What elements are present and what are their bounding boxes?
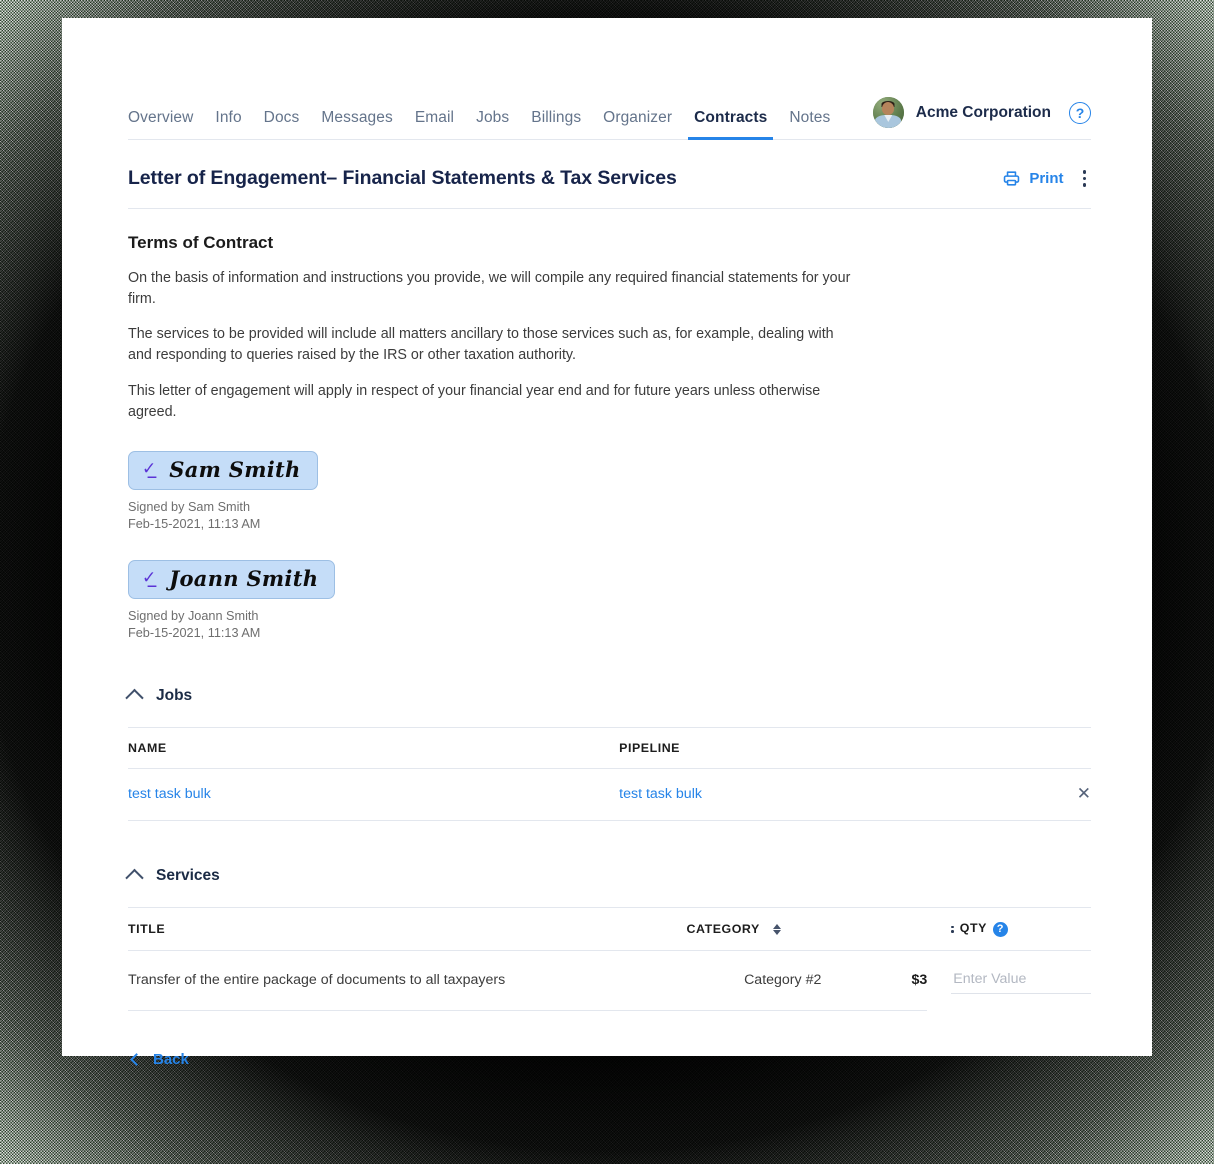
- chevron-up-icon: [125, 688, 144, 707]
- tab-messages[interactable]: Messages: [310, 109, 403, 140]
- signature-pen-icon: ✓̲: [142, 459, 157, 479]
- kebab-menu-icon[interactable]: [1078, 168, 1092, 189]
- tab-overview[interactable]: Overview: [128, 109, 204, 140]
- services-col-category-label: CATEGORY: [686, 921, 760, 936]
- terms-heading: Terms of Contract: [128, 233, 274, 252]
- chevron-up-icon: [125, 868, 144, 887]
- signature-timestamp: Feb-15-2021, 11:13 AM: [128, 625, 261, 640]
- jobs-col-name: NAME: [128, 727, 620, 770]
- signature-chip[interactable]: ✓̲ Joann Smith: [128, 560, 336, 600]
- tab-jobs[interactable]: Jobs: [465, 109, 520, 140]
- services-table-body: Transfer of the entire package of docume…: [128, 950, 1091, 1012]
- chevron-left-icon: [130, 1053, 143, 1066]
- signature-timestamp: Feb-15-2021, 11:13 AM: [128, 516, 261, 531]
- signature-signed-by: Signed by Joann Smith: [128, 609, 259, 624]
- printer-icon: [1004, 171, 1020, 186]
- tab-info[interactable]: Info: [204, 109, 252, 140]
- service-price: $3: [821, 950, 928, 1012]
- signature-pen-icon: ✓̲: [142, 568, 157, 588]
- signature-block: ✓̲ Joann Smith Signed by Joann Smith Feb…: [128, 560, 1091, 641]
- tab-billings[interactable]: Billings: [520, 109, 592, 140]
- service-title: Transfer of the entire package of docume…: [128, 950, 687, 1012]
- job-name-link[interactable]: test task bulk: [128, 786, 211, 802]
- services-col-title: TITLE: [128, 907, 687, 951]
- tab-organizer[interactable]: Organizer: [592, 109, 683, 140]
- services-table: TITLE CATEGORY QTY? Transfer of the enti…: [128, 907, 1091, 1012]
- signature-name: Sam Smith: [169, 457, 301, 483]
- nav-tabs: Overview Info Docs Messages Email Jobs B…: [128, 109, 841, 140]
- close-x-icon[interactable]: ✕: [1077, 785, 1091, 802]
- table-row: Transfer of the entire package of docume…: [128, 950, 1091, 1012]
- back-button[interactable]: Back: [128, 1051, 1091, 1068]
- job-pipeline-link[interactable]: test task bulk: [619, 786, 702, 802]
- services-section-title: Services: [156, 867, 220, 885]
- page-title: Letter of Engagement– Financial Statemen…: [128, 167, 677, 189]
- service-category: Category #2: [686, 950, 822, 1012]
- jobs-section-toggle[interactable]: Jobs: [125, 687, 1091, 727]
- services-col-category: CATEGORY: [686, 907, 822, 951]
- user-avatar[interactable]: [872, 97, 904, 128]
- signature-chip[interactable]: ✓̲ Sam Smith: [128, 451, 318, 491]
- services-table-header: TITLE CATEGORY QTY?: [128, 907, 1091, 951]
- company-name: Acme Corporation: [915, 103, 1051, 121]
- print-label: Print: [1029, 170, 1064, 187]
- signature-signed-by: Signed by Sam Smith: [128, 500, 250, 515]
- top-navigation: Overview Info Docs Messages Email Jobs B…: [128, 86, 1091, 140]
- jobs-section-title: Jobs: [156, 687, 193, 705]
- terms-paragraph-2: The services to be provided will include…: [128, 326, 834, 364]
- question-circle-icon[interactable]: ?: [992, 921, 1008, 937]
- back-label: Back: [153, 1051, 189, 1069]
- tab-docs[interactable]: Docs: [253, 109, 311, 140]
- jobs-table-header: NAME PIPELINE: [128, 727, 1091, 770]
- document-actions: Print: [1002, 168, 1091, 189]
- nav-right-group: Acme Corporation ?: [872, 97, 1091, 139]
- services-section-toggle[interactable]: Services: [125, 867, 1091, 907]
- qty-input[interactable]: [951, 966, 1091, 994]
- question-circle-icon[interactable]: ?: [1069, 101, 1091, 124]
- page-card: Overview Info Docs Messages Email Jobs B…: [62, 18, 1152, 1068]
- signature-name: Joann Smith: [169, 566, 319, 592]
- terms-paragraph-3: This letter of engagement will apply in …: [128, 382, 821, 420]
- tab-contracts[interactable]: Contracts: [683, 109, 778, 140]
- tab-notes[interactable]: Notes: [778, 109, 841, 140]
- jobs-table: NAME PIPELINE test task bulk test task b…: [128, 727, 1091, 822]
- print-button[interactable]: Print: [1002, 169, 1064, 188]
- services-col-qty: QTY?: [927, 907, 1091, 951]
- services-col-qty-label: QTY: [959, 921, 987, 936]
- jobs-table-body: test task bulk test task bulk ✕: [128, 768, 1091, 822]
- sort-updown-icon[interactable]: [772, 924, 781, 936]
- jobs-col-pipeline: PIPELINE: [619, 727, 1034, 770]
- table-row: test task bulk test task bulk ✕: [128, 768, 1091, 822]
- drag-handle-icon[interactable]: [951, 925, 954, 933]
- signature-block: ✓̲ Sam Smith Signed by Sam Smith Feb-15-…: [128, 451, 1091, 532]
- terms-paragraph-1: On the basis of information and instruct…: [128, 270, 851, 307]
- tab-email[interactable]: Email: [404, 109, 465, 140]
- document-title-row: Letter of Engagement– Financial Statemen…: [128, 140, 1091, 209]
